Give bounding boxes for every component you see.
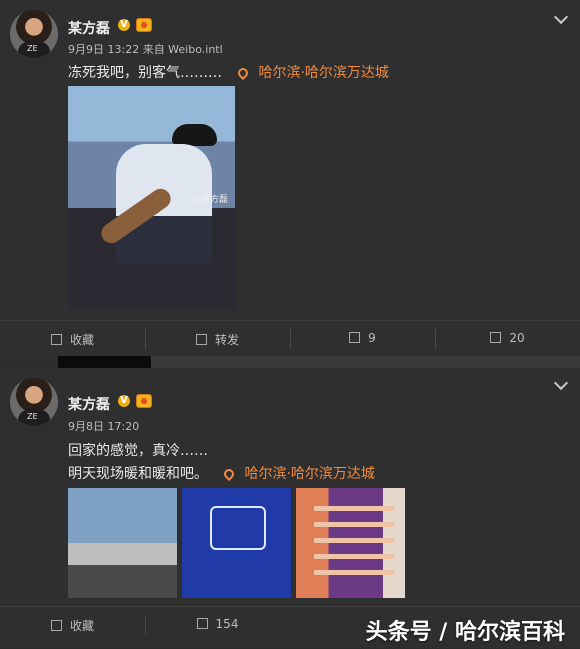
post-photo[interactable]: @某方磊 [68, 86, 235, 308]
watermark: 头条号 / 哈尔滨百科 [365, 620, 565, 645]
favorite-button[interactable]: 收藏 [0, 617, 145, 634]
favorite-label: 收藏 [69, 333, 94, 347]
posts-divider [0, 356, 580, 368]
repost-label: 转发 [214, 333, 239, 347]
fan-badge-icon [136, 18, 152, 32]
avatar-shirt: ZE [18, 42, 50, 58]
like-button[interactable]: 20 [435, 331, 580, 345]
weibo-post-2: ZE 某方磊 V 9月8日 17:20 回家的感觉，真冷…… 明天现场暖和暖和吧… [0, 368, 580, 648]
location-pin-icon [221, 466, 237, 482]
poster-stripe [314, 506, 394, 511]
weibo-post-1: ZE 某方磊 V 9月9日 13:22 来自 Weibo.intl 冻死我吧，别… [0, 0, 580, 356]
location-pin-icon [235, 65, 251, 81]
post-meta[interactable]: 9月8日 17:20 [68, 418, 139, 434]
poster-stripe [314, 554, 394, 559]
avatar[interactable]: ZE [10, 378, 58, 426]
repost-icon [196, 618, 208, 629]
post-photo-3[interactable] [296, 488, 405, 598]
post-photo-1[interactable] [68, 488, 177, 598]
author-name[interactable]: 某方磊 [68, 394, 110, 414]
post-actions: 收藏 转发 9 20 [0, 320, 580, 357]
avatar[interactable]: ZE [10, 10, 58, 58]
verified-badge-icon: V [118, 19, 130, 31]
location-tag[interactable]: 哈尔滨·哈尔滨万达城 [235, 62, 389, 82]
post-text-line-2: 明天现场暖和暖和吧。 [68, 466, 208, 482]
post-meta[interactable]: 9月9日 13:22 来自 Weibo.intl [68, 41, 223, 57]
poster-stripe [314, 538, 394, 543]
repost-button[interactable]: 转发 [145, 331, 290, 348]
avatar-shirt: ZE [18, 410, 50, 426]
post-photo-2[interactable] [182, 488, 291, 598]
location-tag[interactable]: 哈尔滨·哈尔滨万达城 [221, 463, 375, 483]
post-text-line-1: 冻死我吧，别客气……… [68, 65, 222, 81]
post-text-line-1: 回家的感觉，真冷…… [68, 443, 208, 459]
comment-count: 9 [368, 331, 376, 345]
comment-button[interactable]: 9 [290, 331, 435, 345]
comment-icon [349, 332, 361, 343]
photo-cap [172, 124, 217, 146]
like-count: 20 [509, 331, 525, 345]
location-label: 哈尔滨·哈尔滨万达城 [244, 466, 375, 482]
repost-icon [195, 334, 207, 345]
poster-stripe [314, 522, 394, 527]
fan-badge-icon [136, 394, 152, 408]
poster-title-frame [210, 506, 266, 550]
star-icon [50, 620, 62, 631]
favorite-label: 收藏 [69, 619, 94, 633]
location-label: 哈尔滨·哈尔滨万达城 [258, 65, 389, 81]
repost-button[interactable]: 154 [145, 617, 290, 631]
avatar-shirt-text: ZE [27, 412, 38, 421]
favorite-button[interactable]: 收藏 [0, 331, 145, 348]
avatar-shirt-text: ZE [27, 44, 38, 53]
repost-count: 154 [215, 617, 239, 631]
verified-badge-icon: V [118, 395, 130, 407]
star-icon [50, 334, 62, 345]
author-name[interactable]: 某方磊 [68, 18, 110, 38]
like-icon [490, 332, 502, 343]
photo-watermark: @某方磊 [192, 195, 229, 205]
poster-stripe [314, 570, 394, 575]
